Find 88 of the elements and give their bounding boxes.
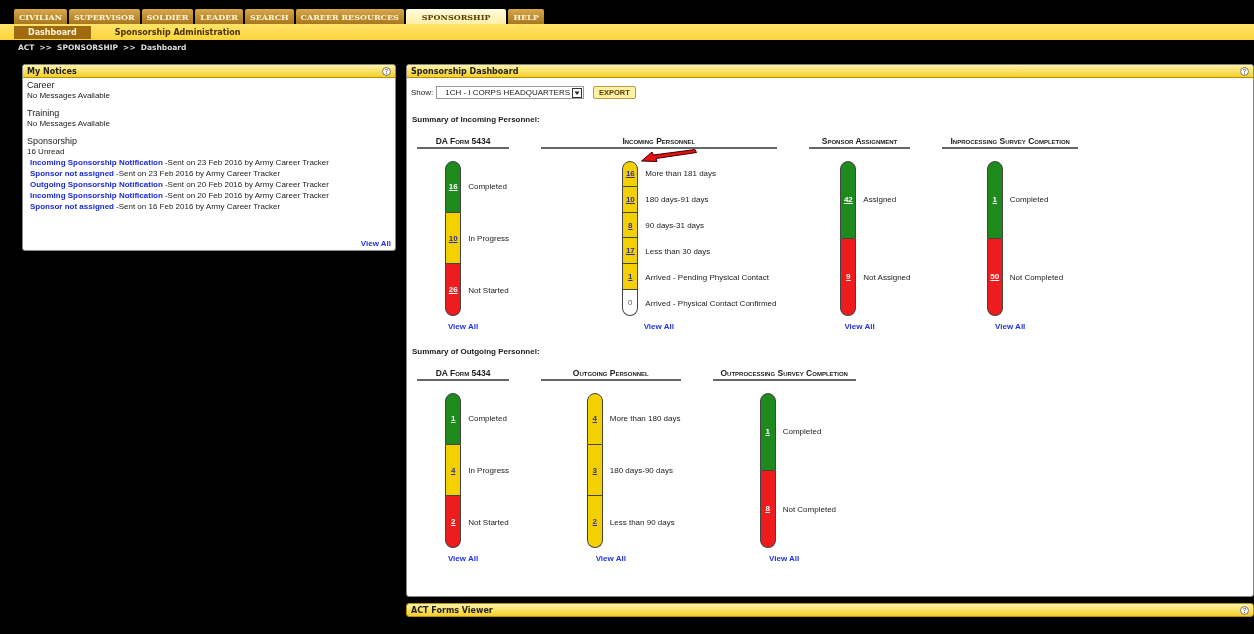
pointer-arrow [641, 149, 697, 162]
segment-count[interactable]: 2 [450, 517, 456, 527]
segment-count[interactable]: 0 [628, 298, 633, 308]
gauge-title: Outgoing Personnel [541, 368, 681, 381]
segment-count[interactable]: 26 [448, 285, 458, 295]
segment-label: More than 181 days [644, 169, 718, 179]
view-all-link[interactable]: View All [541, 322, 777, 331]
segment-label: Arrived - Physical Contact Confirmed [644, 298, 777, 308]
segment-label: Not Started [467, 517, 510, 527]
gauge-title: Inprocessing Survey Completion [942, 136, 1078, 149]
section-status: No Messages Available [27, 119, 111, 129]
segment-label: Completed [467, 182, 508, 192]
segment-label: Assigned [862, 195, 898, 205]
segment-count[interactable]: 2 [592, 517, 597, 527]
panel-title: My Notices [27, 66, 77, 76]
sub-nav-tab[interactable]: Dashboard [14, 25, 91, 39]
segment-label: Less than 30 days [644, 246, 712, 256]
panel-title: ACT Forms Viewer [411, 605, 493, 615]
segment-count[interactable]: 1 [992, 195, 997, 205]
segment-count[interactable]: 42 [843, 195, 853, 205]
summary-label: Summary of Outgoing Personnel: [412, 347, 541, 356]
notification-text: -Sent on 20 Feb 2016 by Army Career Tracker [164, 190, 329, 201]
segment-label: In Progress [467, 234, 510, 243]
segment-count[interactable]: 50 [990, 272, 1000, 282]
section-heading: Training [27, 108, 61, 119]
section-status: No Messages Available [27, 91, 111, 101]
segment-count[interactable]: 17 [625, 246, 635, 256]
segment-count[interactable]: 4 [450, 465, 456, 475]
notification-link[interactable]: Incoming Sponsorship Notification [30, 190, 163, 201]
segment-label: 180 days-91 days [644, 195, 710, 205]
section-heading: Career [27, 80, 56, 91]
notification-text: -Sent on 23 Feb 2016 by Army Career Tracker [116, 168, 281, 179]
help-icon[interactable] [382, 66, 391, 76]
view-all-link[interactable]: View All [942, 322, 1078, 331]
segment-label: Completed [781, 427, 823, 437]
notification-link[interactable]: Incoming Sponsorship Notification [30, 157, 163, 168]
view-all-link[interactable]: View All [360, 239, 391, 248]
segment-label: Not Completed [1008, 272, 1065, 282]
view-all-link[interactable]: View All [541, 554, 681, 563]
segment-label: Not Started [467, 285, 510, 295]
segment-label: Less than 90 days [608, 517, 676, 527]
segment-count[interactable]: 1 [450, 414, 456, 424]
caret-icon [572, 87, 582, 98]
gauge-title: DA Form 5434 [417, 136, 510, 149]
segment-count[interactable]: 1 [628, 272, 633, 282]
notification-link[interactable]: Outgoing Sponsorship Notification [30, 179, 163, 190]
notification-link[interactable]: Sponsor not assigned [30, 201, 114, 212]
help-icon[interactable] [1240, 605, 1249, 615]
segment-label: 180 days-90 days [608, 466, 674, 475]
panel-title: Sponsorship Dashboard [411, 66, 519, 76]
segment-count[interactable]: 1 [765, 427, 770, 437]
segment-label: 90 days-31 days [644, 221, 706, 231]
segment-label: More than 180 days [608, 414, 681, 424]
section-heading: Sponsorship [27, 136, 79, 147]
gauge-title: DA Form 5434 [417, 368, 510, 381]
view-all-link[interactable]: View All [417, 322, 510, 331]
segment-count[interactable]: 4 [592, 414, 597, 424]
segment-count[interactable]: 8 [765, 504, 770, 514]
view-all-link[interactable]: View All [712, 554, 856, 563]
nav-tab[interactable]: SPONSORSHIP [405, 9, 507, 24]
segment-count[interactable]: 8 [628, 220, 633, 230]
view-all-link[interactable]: View All [808, 322, 911, 331]
show-label: Show: [411, 88, 434, 97]
notification-text: -Sent on 20 Feb 2016 by Army Career Tracker [164, 179, 329, 190]
segment-label: In Progress [467, 466, 510, 475]
unit-dropdown[interactable]: 1CH - I CORPS HEADQUARTERS [436, 86, 584, 99]
segment-label: Completed [467, 414, 508, 424]
gauge-title: Incoming Personnel [541, 136, 777, 149]
help-icon[interactable] [1240, 66, 1249, 76]
segment-label: Not Assigned [862, 272, 911, 282]
segment-label: Arrived - Pending Physical Contact [644, 272, 770, 282]
notification-text: -Sent on 16 Feb 2016 by Army Career Tracker [116, 201, 281, 212]
view-all-link[interactable]: View All [417, 554, 510, 563]
gauge-title: Outprocessing Survey Completion [712, 368, 856, 381]
gauge-title: Sponsor Assignment [808, 136, 911, 149]
section-status: 16 Unread [27, 147, 66, 157]
segment-count[interactable]: 10 [625, 194, 635, 204]
sub-nav-tab[interactable]: Sponsorship Administration [104, 25, 251, 39]
segment-count[interactable]: 10 [448, 233, 458, 243]
segment-count[interactable]: 9 [846, 272, 851, 282]
segment-label: Completed [1008, 195, 1050, 205]
notification-text: -Sent on 23 Feb 2016 by Army Career Tracker [164, 157, 329, 168]
segment-count[interactable]: 3 [592, 465, 597, 475]
notification-link[interactable]: Sponsor not assigned [30, 168, 114, 179]
segment-count[interactable]: 16 [448, 182, 458, 192]
segment-count[interactable]: 16 [625, 169, 635, 179]
summary-label: Summary of Incoming Personnel: [412, 115, 541, 124]
segment-label: Not Completed [781, 504, 838, 514]
